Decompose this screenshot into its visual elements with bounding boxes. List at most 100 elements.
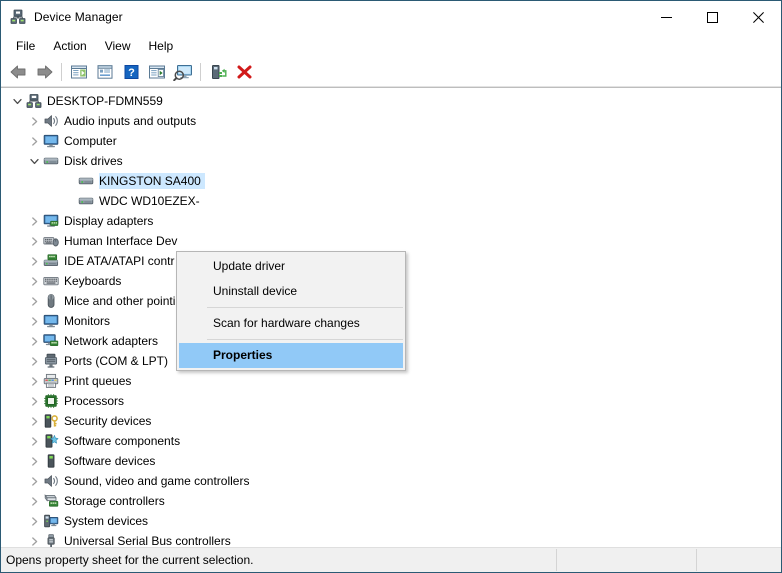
forward-arrow-icon[interactable] (31, 60, 57, 84)
properties-icon[interactable] (92, 60, 118, 84)
tree-item-label: Universal Serial Bus controllers (64, 534, 231, 547)
printer-icon (42, 373, 60, 389)
tree-item[interactable]: Computer (1, 131, 781, 151)
software-device-icon (42, 453, 60, 469)
context-menu-item-scan-for-hardware-changes[interactable]: Scan for hardware changes (179, 311, 403, 336)
context-menu-item-uninstall-device[interactable]: Uninstall device (179, 279, 403, 304)
tree-item[interactable]: System devices (1, 511, 781, 531)
enable-device-icon[interactable] (205, 60, 231, 84)
chevron-right-icon[interactable] (26, 451, 42, 471)
tree-item[interactable]: WDC WD10EZEX- (1, 191, 781, 211)
tree-item-label: Monitors (64, 314, 111, 328)
chevron-right-icon[interactable] (26, 511, 42, 531)
port-icon (42, 353, 60, 369)
chevron-none (61, 191, 77, 211)
tree-item[interactable]: Sound, video and game controllers (1, 471, 781, 491)
chevron-right-icon[interactable] (26, 291, 42, 311)
window-title: Device Manager (34, 10, 123, 24)
monitor-icon (42, 133, 60, 149)
maximize-button[interactable] (689, 1, 735, 33)
menu-view[interactable]: View (96, 36, 140, 57)
security-device-icon (42, 413, 60, 429)
title-bar: Device Manager (1, 1, 781, 34)
close-button[interactable] (735, 1, 781, 33)
keyboard-icon (42, 273, 60, 289)
tree-item-label: Computer (64, 134, 117, 148)
context-menu-item-properties[interactable]: Properties (179, 343, 403, 368)
uninstall-device-icon[interactable] (231, 60, 257, 84)
tree-item-label: DESKTOP-FDMN559 (47, 94, 163, 108)
chevron-right-icon[interactable] (26, 411, 42, 431)
chevron-right-icon[interactable] (26, 271, 42, 291)
ide-controller-icon (42, 253, 60, 269)
tree-item-label: Software devices (64, 454, 156, 468)
monitor-icon (42, 313, 60, 329)
chevron-right-icon[interactable] (26, 251, 42, 271)
minimize-button[interactable] (643, 1, 689, 33)
tree-item-label: Keyboards (64, 274, 122, 288)
chevron-down-icon[interactable] (9, 91, 25, 111)
tree-item[interactable]: Software components (1, 431, 781, 451)
chevron-right-icon[interactable] (26, 211, 42, 231)
tree-item-label: System devices (64, 514, 149, 528)
tree-item[interactable]: Disk drives (1, 151, 781, 171)
computer-root-icon (25, 93, 43, 109)
chevron-right-icon[interactable] (26, 371, 42, 391)
tree-item[interactable]: Print queues (1, 371, 781, 391)
chevron-right-icon[interactable] (26, 531, 42, 547)
chevron-right-icon[interactable] (26, 111, 42, 131)
tree-item[interactable]: Software devices (1, 451, 781, 471)
tree-item-label: Audio inputs and outputs (64, 114, 197, 128)
device-tree-panel: DESKTOP-FDMN559 Audio inputs and outputs C… (1, 87, 781, 547)
chevron-right-icon[interactable] (26, 231, 42, 251)
tree-item[interactable]: Universal Serial Bus controllers (1, 531, 781, 547)
chevron-right-icon[interactable] (26, 491, 42, 511)
tree-item-label: Network adapters (64, 334, 159, 348)
back-arrow-icon[interactable] (5, 60, 31, 84)
tree-item-label: WDC WD10EZEX- (99, 194, 200, 208)
chevron-right-icon[interactable] (26, 471, 42, 491)
menu-file[interactable]: File (7, 36, 44, 57)
tree-item[interactable]: Human Interface Dev (1, 231, 781, 251)
chevron-right-icon[interactable] (26, 331, 42, 351)
status-bar: Opens property sheet for the current sel… (1, 547, 781, 572)
menu-action[interactable]: Action (44, 36, 95, 57)
help-icon[interactable]: ? (118, 60, 144, 84)
status-pane-2 (557, 549, 697, 571)
chevron-right-icon[interactable] (26, 351, 42, 371)
device-manager-icon (10, 9, 26, 25)
tree-item[interactable]: Storage controllers (1, 491, 781, 511)
chevron-right-icon[interactable] (26, 391, 42, 411)
disk-drive-icon (42, 153, 60, 169)
tree-item-label: KINGSTON SA400 (99, 173, 205, 189)
scan-hardware-changes-icon[interactable] (170, 60, 196, 84)
tree-item[interactable]: Display adapters (1, 211, 781, 231)
toolbar-separator-1 (61, 63, 62, 81)
toolbar: ? (1, 58, 781, 87)
context-menu-separator-1 (207, 307, 403, 308)
tree-item[interactable]: Audio inputs and outputs (1, 111, 781, 131)
chevron-right-icon[interactable] (26, 311, 42, 331)
tree-item[interactable]: Security devices (1, 411, 781, 431)
disk-drive-icon (77, 193, 95, 209)
tree-item-label: Security devices (64, 414, 152, 428)
tree-item[interactable]: DESKTOP-FDMN559 (1, 91, 781, 111)
update-driver-icon[interactable] (144, 60, 170, 84)
svg-text:?: ? (128, 67, 135, 79)
context-menu-item-update-driver[interactable]: Update driver (179, 254, 403, 279)
speaker-icon (42, 113, 60, 129)
tree-item[interactable]: Processors (1, 391, 781, 411)
system-device-icon (42, 513, 60, 529)
menu-help[interactable]: Help (140, 36, 183, 57)
chevron-right-icon[interactable] (26, 131, 42, 151)
speaker-icon (42, 473, 60, 489)
human-interface-icon (42, 233, 60, 249)
chevron-none (61, 171, 77, 191)
disk-drive-icon (77, 173, 95, 189)
tree-item[interactable]: KINGSTON SA400 (1, 171, 781, 191)
chevron-right-icon[interactable] (26, 431, 42, 451)
mouse-icon (42, 293, 60, 309)
chevron-down-icon[interactable] (26, 151, 42, 171)
tree-item-label: Ports (COM & LPT) (64, 354, 169, 368)
show-hide-console-tree-icon[interactable] (66, 60, 92, 84)
